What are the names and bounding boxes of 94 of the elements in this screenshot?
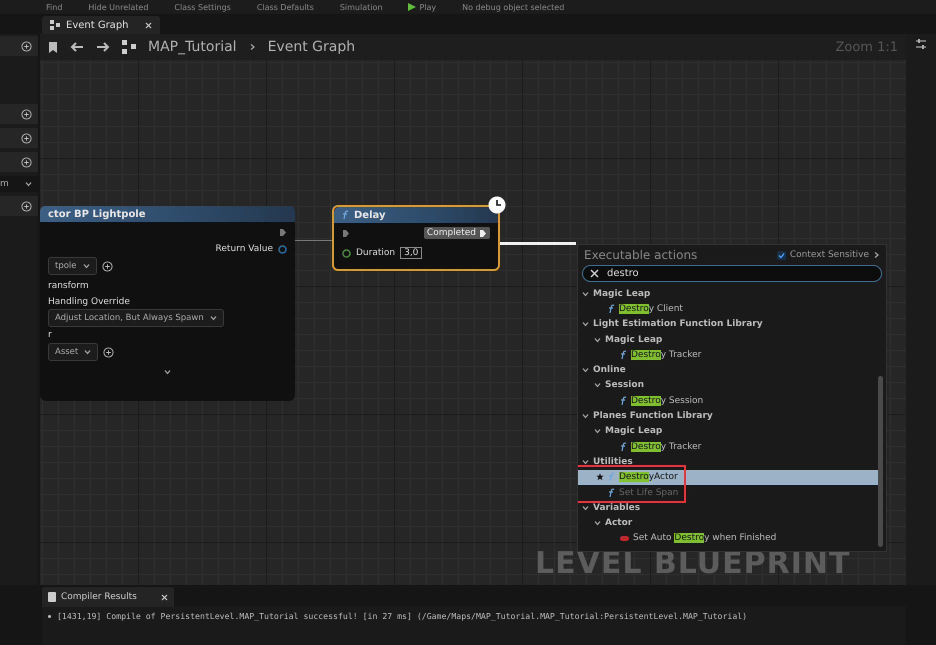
log-icon <box>48 592 56 602</box>
asset-dropdown[interactable]: Asset <box>48 343 98 361</box>
toolbar-button[interactable]: Hide Unrelated <box>88 2 148 12</box>
debug-dropdown[interactable]: No debug object selected <box>462 2 564 12</box>
function-icon <box>608 488 615 498</box>
category-label[interactable]: Magic Leap <box>605 426 662 436</box>
action-item[interactable]: Destroy Tracker <box>578 438 878 454</box>
output-pin: Completed <box>424 227 490 239</box>
category-label[interactable]: Actor <box>605 518 632 528</box>
graph-icon <box>50 20 60 30</box>
toolbar-button[interactable]: Find <box>46 2 62 12</box>
pin-label: ransform <box>48 281 89 291</box>
function-icon <box>608 304 615 314</box>
toolbar-button[interactable]: Simulation <box>340 2 382 12</box>
add-icon[interactable] <box>21 40 32 52</box>
back-arrow-icon[interactable] <box>70 42 84 52</box>
function-icon <box>608 472 615 482</box>
panel-row[interactable] <box>0 104 38 124</box>
chevron-icon <box>84 349 92 355</box>
node-title: ctor BP Lightpole <box>48 208 146 220</box>
clear-icon[interactable] <box>590 269 599 278</box>
toolbar-button[interactable]: Class Defaults <box>256 2 314 12</box>
chevron-icon <box>164 369 171 375</box>
category-label[interactable]: Magic Leap <box>605 334 662 345</box>
breadcrumb-link[interactable]: Event Graph <box>268 39 356 55</box>
category-label[interactable]: Utilities <box>593 456 633 467</box>
add-icon[interactable] <box>21 132 32 144</box>
section-label: m <box>0 179 9 189</box>
panel-row[interactable] <box>0 128 38 148</box>
action-item[interactable]: DestroyActor <box>578 470 878 485</box>
chevron-icon <box>248 44 256 50</box>
forward-arrow-icon[interactable] <box>96 42 110 52</box>
action-item[interactable]: Set Auto Destroy when Finished <box>578 530 878 546</box>
add-icon[interactable] <box>21 200 32 212</box>
chevron-icon <box>873 252 880 258</box>
chevron-icon <box>82 263 90 269</box>
panel-row[interactable] <box>0 196 38 216</box>
pin-icon <box>342 248 351 258</box>
function-icon <box>620 350 627 360</box>
exec-pin-icon <box>279 228 287 236</box>
context-sensitive-checkbox[interactable]: Context Sensitive <box>776 250 880 260</box>
add-icon[interactable] <box>102 260 113 272</box>
action-item[interactable]: Destroy Client <box>578 301 878 317</box>
close-icon[interactable] <box>161 594 168 600</box>
function-icon <box>342 210 349 220</box>
variable-icon <box>620 536 629 541</box>
toolbar-button[interactable]: Play <box>408 2 436 12</box>
class-dropdown[interactable]: tpole <box>48 257 97 275</box>
exec-pin-icon <box>342 228 350 238</box>
exec-pin-icon <box>479 228 487 238</box>
chevron-icon <box>25 181 32 187</box>
compiler-results-tab[interactable]: Compiler Results <box>42 587 174 607</box>
document-tab[interactable]: Event Graph <box>42 16 160 34</box>
panel-row[interactable] <box>0 152 38 172</box>
action-item[interactable]: Destroy Tracker <box>578 347 878 362</box>
pin-label: r <box>48 330 52 340</box>
handling-dropdown[interactable]: Adjust Location, But Always Spawn <box>48 309 224 327</box>
log-line: [1431,19] Compile of PersistentLevel.MAP_Tutorial successful! [in 27 ms] (/Game/Maps/MAP_Tutorial.MAP_Tutorial:PersistentLevel.MAP_Tutorial) <box>57 611 748 621</box>
settings-sliders-icon[interactable] <box>915 38 927 50</box>
pin-label: Duration <box>356 248 396 258</box>
add-icon[interactable] <box>21 156 32 168</box>
category-label[interactable]: Light Estimation Function Library <box>593 319 763 330</box>
category-label[interactable]: Variables <box>593 502 640 513</box>
chevron-icon <box>210 315 217 321</box>
play-icon <box>408 3 416 11</box>
search-field[interactable]: destro <box>582 265 882 282</box>
category-label[interactable]: Session <box>605 380 644 390</box>
duration-field[interactable]: 3,0 <box>400 247 422 259</box>
action-item[interactable]: Destroy Session <box>578 393 878 408</box>
star-icon <box>596 473 604 482</box>
category-label[interactable]: Planes Function Library <box>593 411 713 422</box>
close-icon[interactable] <box>145 22 152 28</box>
pin-label: Handling Override <box>48 297 130 307</box>
panel-row[interactable] <box>0 36 38 56</box>
toolbar-button[interactable]: Class Settings <box>174 2 231 12</box>
node-title: Delay <box>354 210 386 220</box>
clock-icon <box>488 196 506 214</box>
section-header[interactable]: m <box>0 176 38 192</box>
bullet-icon <box>48 614 51 618</box>
menu-title: Executable actions <box>584 248 698 262</box>
category-label[interactable]: Online <box>593 365 626 376</box>
pin-label: Return Value <box>216 244 273 254</box>
pin-icon <box>278 244 287 254</box>
add-icon[interactable] <box>21 108 32 120</box>
function-icon <box>620 442 627 452</box>
function-icon <box>620 396 627 406</box>
add-icon[interactable] <box>103 346 114 358</box>
breadcrumb-link[interactable]: MAP_Tutorial <box>148 39 237 55</box>
delay-node[interactable]: Delay Completed Duration 3,0 <box>332 205 500 271</box>
graph-icon <box>122 40 136 54</box>
checkbox[interactable] <box>776 250 786 260</box>
category-label[interactable]: Magic Leap <box>593 288 650 299</box>
spawn-actor-node[interactable]: ctor BP Lightpole Return Value tpole ransform Handling Override Adjust Location, But Always Spawn r Asset <box>40 206 295 401</box>
bookmark-icon[interactable] <box>48 40 58 54</box>
